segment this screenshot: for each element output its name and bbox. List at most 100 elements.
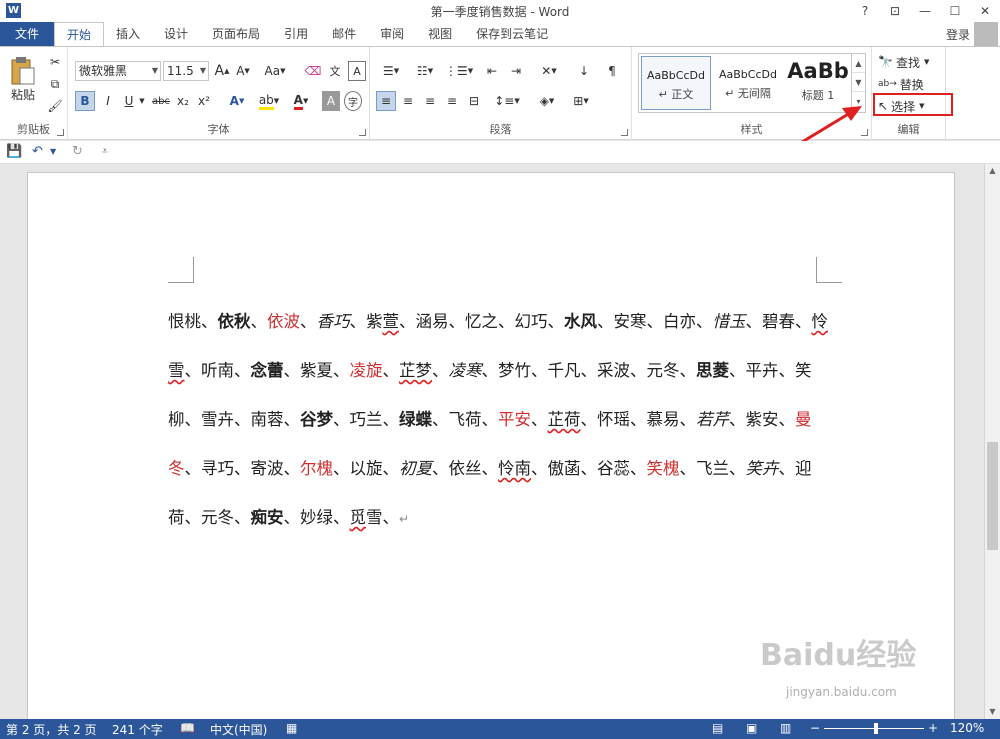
- enclose-char-icon[interactable]: 字: [344, 91, 362, 111]
- close-button[interactable]: ✕: [970, 0, 1000, 22]
- tab-home[interactable]: 开始: [54, 22, 105, 47]
- text-effects-icon[interactable]: A ▼: [224, 91, 250, 111]
- page-count[interactable]: 第 2 页，共 2 页: [6, 721, 97, 738]
- clear-format-icon[interactable]: ⌫: [304, 61, 322, 81]
- style-name: ↵ 正文: [658, 88, 694, 101]
- gallery-down-icon[interactable]: ▼: [852, 73, 865, 92]
- font-launcher-icon[interactable]: [359, 129, 366, 136]
- tab-save-cloud[interactable]: 保存到云笔记: [464, 22, 560, 46]
- clipboard-launcher-icon[interactable]: [57, 129, 64, 136]
- paragraph-launcher-icon[interactable]: [621, 129, 628, 136]
- tab-references[interactable]: 引用: [272, 22, 320, 46]
- avatar[interactable]: [974, 22, 998, 46]
- borders-icon[interactable]: ⊞ ▼: [566, 91, 596, 111]
- macro-icon[interactable]: ▦: [286, 721, 297, 735]
- undo-icon[interactable]: ↶: [32, 144, 43, 159]
- tab-mailings[interactable]: 邮件: [320, 22, 368, 46]
- redo-icon[interactable]: ↻: [72, 144, 83, 159]
- gallery-up-icon[interactable]: ▲: [852, 54, 865, 73]
- show-marks-icon[interactable]: ¶: [602, 61, 622, 81]
- paragraph-group-label: 段落: [489, 123, 512, 136]
- customize-qat-icon[interactable]: ⩡: [102, 146, 108, 157]
- bold-button[interactable]: B: [75, 91, 95, 111]
- justify-icon[interactable]: ≡: [442, 91, 462, 111]
- read-mode-icon[interactable]: ▤: [712, 721, 723, 735]
- replace-button[interactable]: ab→ 替换: [878, 75, 942, 93]
- tab-page-layout[interactable]: 页面布局: [200, 22, 272, 46]
- subscript-button[interactable]: x₂: [174, 91, 192, 111]
- tab-insert[interactable]: 插入: [104, 22, 152, 46]
- font-name-select[interactable]: 微软雅黑 ▼: [75, 61, 161, 81]
- sort-icon[interactable]: ↓: [574, 61, 594, 81]
- line-spacing-icon[interactable]: ↕≡ ▼: [492, 91, 522, 111]
- decrease-indent-icon[interactable]: ⇤: [482, 61, 502, 81]
- shrink-font-button[interactable]: A ▼: [234, 61, 252, 81]
- web-layout-icon[interactable]: ▥: [780, 721, 791, 735]
- strikethrough-button[interactable]: abc: [150, 91, 172, 111]
- char-shading-icon[interactable]: A: [322, 91, 340, 111]
- login-link[interactable]: 登录: [946, 26, 970, 43]
- tab-review[interactable]: 审阅: [368, 22, 416, 46]
- bullets-icon[interactable]: ☰ ▼: [376, 61, 406, 81]
- minimize-button[interactable]: —: [910, 0, 940, 22]
- scroll-thumb[interactable]: [987, 442, 998, 550]
- scroll-up-icon[interactable]: ▲: [985, 164, 1000, 178]
- scroll-down-icon[interactable]: ▼: [985, 705, 1000, 719]
- paste-label: 粘贴: [10, 87, 35, 102]
- vertical-scrollbar[interactable]: ▲ ▼: [984, 164, 1000, 719]
- proofing-icon[interactable]: 📖: [180, 721, 195, 735]
- document-body-text[interactable]: 恨桃、依秋、依波、香巧、紫萱、涵易、忆之、幻巧、水风、安寒、白亦、惜玉、碧春、怜…: [168, 297, 828, 544]
- text-run: 谷梦: [300, 410, 333, 429]
- help-button[interactable]: ?: [850, 0, 880, 22]
- format-painter-icon[interactable]: 🖌: [46, 97, 64, 115]
- font-size-select[interactable]: 11.5 ▼: [163, 61, 209, 81]
- style-heading-1[interactable]: AaBb 标题 1: [785, 56, 851, 110]
- margin-corner-top-left: [168, 257, 194, 283]
- distributed-icon[interactable]: ⊟: [464, 91, 484, 111]
- superscript-button[interactable]: x²: [195, 91, 213, 111]
- zoom-in-button[interactable]: +: [928, 721, 938, 735]
- shading-icon[interactable]: ◈ ▼: [532, 91, 562, 111]
- style-normal[interactable]: AaBbCcDd ↵ 正文: [641, 56, 711, 110]
- maximize-button[interactable]: ☐: [940, 0, 970, 22]
- align-left-icon[interactable]: ≡: [376, 91, 396, 111]
- grow-font-button[interactable]: A ▲: [213, 61, 231, 81]
- style-no-spacing[interactable]: AaBbCcDd ↵ 无间隔: [713, 56, 783, 110]
- paste-button[interactable]: 粘贴: [6, 53, 40, 105]
- italic-button[interactable]: I: [99, 91, 117, 111]
- font-size-value: 11.5: [167, 64, 194, 78]
- tab-design[interactable]: 设计: [152, 22, 200, 46]
- char-border-icon[interactable]: A: [348, 61, 366, 81]
- multilevel-list-icon[interactable]: ⋮☰ ▼: [444, 61, 474, 81]
- phonetic-guide-icon[interactable]: 文: [326, 61, 344, 81]
- copy-icon[interactable]: ⧉: [46, 75, 64, 93]
- asian-layout-icon[interactable]: ✕ ▼: [534, 61, 564, 81]
- align-center-icon[interactable]: ≡: [398, 91, 418, 111]
- text-run: 萱: [382, 312, 400, 331]
- underline-button[interactable]: U: [120, 91, 138, 111]
- grow-font-label: A: [214, 63, 225, 79]
- highlight-color-icon[interactable]: ab ▼: [256, 91, 282, 111]
- change-case-button[interactable]: Aa ▼: [260, 61, 290, 81]
- language-status[interactable]: 中文(中国): [210, 721, 267, 738]
- numbering-icon[interactable]: ☷ ▼: [410, 61, 440, 81]
- ribbon-display-button[interactable]: ⊡: [880, 0, 910, 22]
- zoom-out-button[interactable]: −: [810, 721, 820, 735]
- styles-launcher-icon[interactable]: [861, 129, 868, 136]
- save-icon[interactable]: 💾: [6, 144, 22, 159]
- print-layout-icon[interactable]: ▣: [746, 721, 757, 735]
- increase-indent-icon[interactable]: ⇥: [506, 61, 526, 81]
- chevron-down-icon[interactable]: ▼: [138, 91, 146, 111]
- word-count[interactable]: 241 个字: [112, 721, 163, 738]
- gallery-more-icon[interactable]: ▾: [852, 92, 865, 111]
- align-right-icon[interactable]: ≡: [420, 91, 440, 111]
- find-button[interactable]: 🔭 查找 ▼: [878, 53, 942, 71]
- zoom-level[interactable]: 120%: [950, 721, 984, 735]
- tab-file[interactable]: 文件: [0, 22, 54, 46]
- font-color-icon[interactable]: A ▼: [288, 91, 314, 111]
- zoom-slider-thumb[interactable]: [874, 723, 878, 734]
- tab-view[interactable]: 视图: [416, 22, 464, 46]
- cut-icon[interactable]: ✂: [46, 53, 64, 71]
- font-group: 微软雅黑 ▼ 11.5 ▼ A ▲ A ▼ Aa ▼ ⌫ 文 A B I U ▼ abc …: [68, 47, 370, 140]
- chevron-down-icon[interactable]: ▼: [50, 147, 56, 156]
